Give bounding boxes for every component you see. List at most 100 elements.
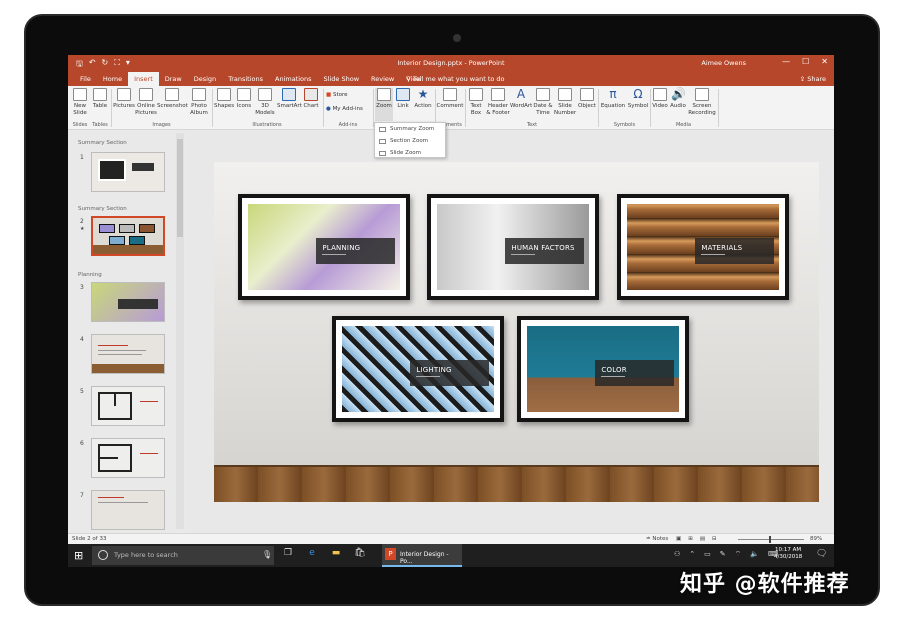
- notes-button[interactable]: ≐ Notes: [646, 536, 668, 542]
- store-button[interactable]: ■ Store: [326, 92, 370, 99]
- slide-number-button[interactable]: Slide Number: [554, 88, 576, 116]
- file-explorer-icon[interactable]: ▬: [330, 548, 342, 561]
- slide-thumbnail-7[interactable]: [91, 490, 165, 530]
- header-footer-button[interactable]: Header & Footer: [486, 88, 510, 116]
- picture-frame-color[interactable]: COLOR: [517, 316, 689, 422]
- link-button[interactable]: Link: [395, 88, 411, 110]
- share-button[interactable]: ⇪ Share: [800, 75, 826, 83]
- new-slide-button[interactable]: New Slide: [70, 88, 90, 116]
- reading-view-icon[interactable]: ▤: [700, 536, 705, 542]
- section-header[interactable]: Summary Section: [78, 206, 127, 212]
- photo-album-label: Photo Album: [190, 103, 208, 116]
- microphone-icon[interactable]: 🎙: [262, 550, 272, 559]
- show-hidden-icons-chevron[interactable]: ⌃: [689, 550, 695, 559]
- picture-frame-lighting[interactable]: LIGHTING: [332, 316, 504, 422]
- action-center-icon[interactable]: 🗨: [816, 549, 827, 559]
- my-addins-button[interactable]: ● My Add-ins: [326, 106, 372, 113]
- edge-browser-icon[interactable]: e: [306, 548, 318, 561]
- volume-icon[interactable]: 🔈: [750, 550, 759, 559]
- photo-album-button[interactable]: Photo Album: [188, 88, 210, 116]
- pen-icon[interactable]: ✎: [720, 550, 726, 559]
- maximize-button[interactable]: ☐: [802, 57, 809, 66]
- thumbnail-scrollbar[interactable]: [176, 133, 184, 529]
- normal-view-icon[interactable]: ▣: [676, 536, 681, 542]
- tab-file[interactable]: File: [74, 72, 97, 86]
- screen-recording-button[interactable]: Screen Recording: [688, 88, 716, 116]
- thumb-caption: [132, 163, 154, 171]
- table-button[interactable]: Table: [91, 88, 109, 110]
- video-label: Video: [652, 103, 668, 109]
- section-header[interactable]: Planning: [78, 272, 102, 278]
- video-button[interactable]: Video: [651, 88, 669, 110]
- status-bar: Slide 2 of 33 ≐ Notes ▣ ⊞ ▤ ⊟ 89%: [68, 533, 834, 544]
- thumb-caption: [118, 299, 158, 309]
- taskbar-search-box[interactable]: Type here to search 🎙: [92, 546, 274, 565]
- tab-transitions[interactable]: Transitions: [222, 72, 269, 86]
- task-view-icon[interactable]: ❐: [282, 548, 294, 561]
- summary-zoom-label: Summary Zoom: [390, 126, 435, 132]
- search-icon: [98, 550, 108, 560]
- zoom-slider-knob[interactable]: [769, 536, 771, 543]
- online-pictures-button[interactable]: Online Pictures: [135, 88, 157, 116]
- slide-thumbnail-2[interactable]: [91, 216, 165, 256]
- thumb-frame: [99, 224, 115, 233]
- tab-design[interactable]: Design: [188, 72, 222, 86]
- text-box-button[interactable]: Text Box: [467, 88, 485, 116]
- menu-item-summary-zoom[interactable]: Summary Zoom: [375, 123, 445, 135]
- tab-animations[interactable]: Animations: [269, 72, 318, 86]
- chart-button[interactable]: Chart: [302, 88, 320, 110]
- slide-thumbnail-3[interactable]: [91, 282, 165, 322]
- zoom-slider[interactable]: [738, 539, 804, 540]
- comment-button[interactable]: Comment: [436, 88, 464, 110]
- minimize-button[interactable]: —: [782, 57, 790, 66]
- tab-review[interactable]: Review: [365, 72, 400, 86]
- tell-me-search[interactable]: ⚲ Tell me what you want to do: [406, 75, 505, 83]
- wordart-button[interactable]: A WordArt: [510, 88, 532, 110]
- screenshot-button[interactable]: Screenshot: [157, 88, 188, 110]
- slide-thumbnail-6[interactable]: [91, 438, 165, 478]
- object-button[interactable]: Object: [577, 88, 597, 110]
- header-footer-label: Header & Footer: [486, 103, 510, 116]
- slide-zoom-label: Slide Zoom: [390, 150, 422, 156]
- slide-sorter-icon[interactable]: ⊞: [688, 536, 693, 542]
- store-icon[interactable]: 🛍: [354, 548, 366, 561]
- slideshow-icon[interactable]: ⊟: [712, 536, 717, 542]
- slide-thumbnail-5[interactable]: [91, 386, 165, 426]
- symbol-button[interactable]: Ω Symbol: [626, 88, 650, 110]
- smartart-button[interactable]: SmartArt: [277, 88, 302, 110]
- people-icon[interactable]: ⚇: [674, 550, 680, 559]
- audio-button[interactable]: 🔊 Audio: [669, 88, 687, 110]
- equation-button[interactable]: π Equation: [599, 88, 627, 110]
- close-button[interactable]: ✕: [821, 57, 828, 66]
- wifi-icon[interactable]: ⌔: [735, 550, 742, 559]
- slide-thumbnail-1[interactable]: [91, 152, 165, 192]
- tab-slide-show[interactable]: Slide Show: [318, 72, 365, 86]
- pictures-button[interactable]: Pictures: [113, 88, 135, 110]
- picture-frame-materials[interactable]: MATERIALS: [617, 194, 789, 300]
- scrollbar-thumb[interactable]: [177, 139, 183, 237]
- section-header[interactable]: Summary Section: [78, 140, 127, 146]
- slide-thumbnail-4[interactable]: [91, 334, 165, 374]
- battery-icon[interactable]: ▭: [704, 550, 711, 559]
- taskbar-powerpoint-button[interactable]: P Interior Design - Po...: [382, 544, 462, 567]
- system-clock[interactable]: 10:17 AM 4/30/2018: [774, 547, 802, 561]
- zoom-button[interactable]: Zoom: [375, 88, 393, 121]
- slide-canvas[interactable]: PLANNING HUMAN FACTORS MATERIALS LIGHTIN…: [214, 162, 819, 502]
- tab-draw[interactable]: Draw: [159, 72, 188, 86]
- slide-number: 4: [80, 336, 84, 343]
- caption-underline: [416, 376, 441, 378]
- zoom-percentage[interactable]: 89%: [810, 536, 822, 542]
- icons-button[interactable]: Icons: [235, 88, 253, 110]
- user-name[interactable]: Aimee Owens: [701, 59, 746, 67]
- tab-insert[interactable]: Insert: [128, 72, 159, 86]
- tab-home[interactable]: Home: [97, 72, 128, 86]
- date-time-button[interactable]: Date & Time: [533, 88, 553, 116]
- 3d-models-button[interactable]: 3D Models: [254, 88, 276, 116]
- picture-frame-human-factors[interactable]: HUMAN FACTORS: [427, 194, 599, 300]
- shapes-button[interactable]: Shapes: [214, 88, 234, 110]
- picture-frame-planning[interactable]: PLANNING: [238, 194, 410, 300]
- action-button[interactable]: ★ Action: [412, 88, 434, 110]
- menu-item-section-zoom[interactable]: Section Zoom: [375, 135, 445, 147]
- menu-item-slide-zoom[interactable]: Slide Zoom: [375, 147, 445, 159]
- windows-start-icon[interactable]: ⊞: [74, 549, 83, 562]
